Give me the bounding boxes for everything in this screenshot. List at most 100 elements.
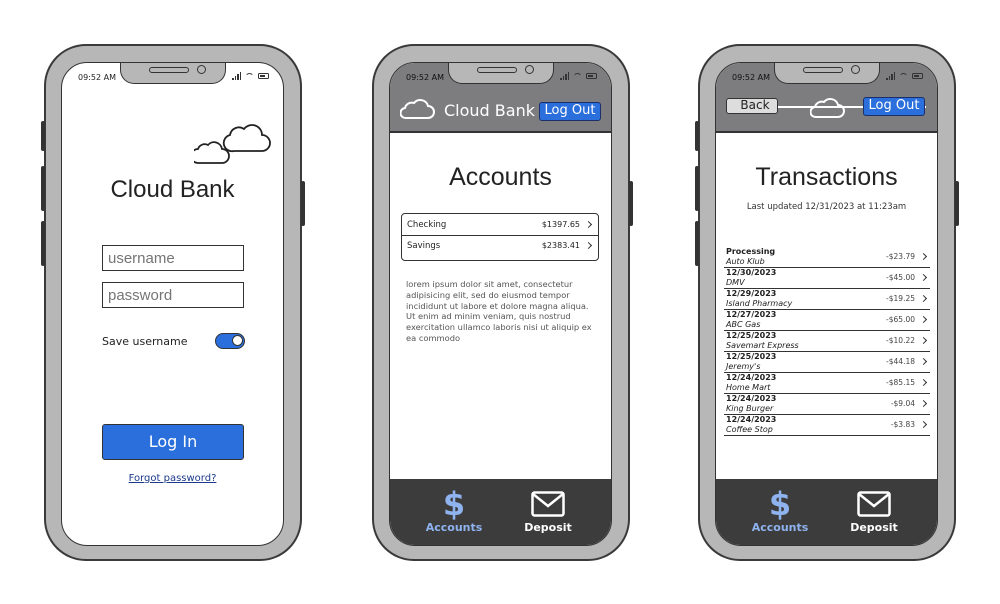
toggle-knob [232,335,243,346]
signal-icon [232,72,241,80]
phone-button [301,181,305,226]
chevron-right-icon [919,420,928,429]
transaction-amount: -$23.79 [886,252,928,261]
transaction-merchant: King Burger [726,404,774,413]
chevron-right-icon [919,399,928,408]
dollar-icon: $ [442,485,466,523]
tab-label: Deposit [850,521,898,534]
transaction-date: 12/27/2023 [726,310,777,319]
transaction-date: 12/25/2023 [726,352,777,361]
tab-bar: $ Accounts Deposit [716,479,937,545]
screen: Back Log Out 09:52 AM Transactions Last … [715,62,938,546]
transaction-row[interactable]: 12/30/2023 DMV -$45.00 [724,268,930,289]
wifi-icon [573,72,582,80]
transaction-date: Processing [726,247,776,256]
chevron-right-icon [919,357,928,366]
transaction-amount: -$10.22 [886,336,928,345]
body-text: lorem ipsum dolor sit amet, consectetur … [406,279,592,343]
wifi-icon [899,72,908,80]
transaction-row[interactable]: 12/24/2023 King Burger -$9.04 [724,394,930,415]
app-title: Cloud Bank [110,176,235,203]
transaction-amount: -$65.00 [886,315,928,324]
username-input[interactable] [102,245,244,271]
screen: 09:52 AM Cloud Bank Save username Log In… [61,62,284,546]
transaction-date: 12/25/2023 [726,331,777,340]
envelope-icon [508,487,588,521]
status-bar: 09:52 AM [716,72,937,86]
battery-icon [912,73,923,79]
transaction-amount: -$9.04 [891,399,928,408]
status-bar: 09:52 AM [62,72,283,86]
account-row-checking[interactable]: Checking $1397.65 [402,214,598,236]
signal-icon [886,72,895,80]
transaction-merchant: DMV [726,278,745,287]
cloud-icon [194,124,271,164]
save-username-label: Save username [102,335,188,348]
status-time: 09:52 AM [406,73,444,82]
tab-deposit[interactable]: Deposit [508,487,588,534]
transaction-merchant: Coffee Stop [726,425,773,434]
status-time: 09:52 AM [732,73,770,82]
phone-button [695,121,699,151]
transaction-merchant: Savemart Express [726,341,799,350]
account-balance: $2383.41 [541,241,580,250]
back-label: Back [740,98,770,112]
chevron-right-icon [919,378,928,387]
transaction-date: 12/24/2023 [726,373,777,382]
transaction-amount: -$19.25 [886,294,928,303]
transaction-row[interactable]: 12/29/2023 Island Pharmacy -$19.25 [724,289,930,310]
transaction-row[interactable]: 12/25/2023 Savemart Express -$10.22 [724,331,930,352]
transaction-merchant: ABC Gas [726,320,761,329]
logout-button[interactable]: Log Out [539,102,601,121]
chevron-right-icon [919,294,928,303]
transaction-row[interactable]: Processing Auto Klub -$23.79 [724,247,930,268]
transaction-date: 12/30/2023 [726,268,777,277]
cloud-icon [400,99,435,119]
screen: Cloud Bank Log Out 09:52 AM Accounts Che… [389,62,612,546]
transaction-row[interactable]: 12/25/2023 Jeremy's -$44.18 [724,352,930,373]
app-title: Cloud Bank [444,101,535,120]
transaction-merchant: Island Pharmacy [726,299,793,308]
transaction-amount: -$85.15 [886,378,928,387]
tab-accounts[interactable]: $ Accounts [740,487,820,534]
chevron-right-icon [919,315,928,324]
account-name: Savings [407,241,441,251]
phone-login: 09:52 AM Cloud Bank Save username Log In… [41,44,305,561]
transaction-amount: -$44.18 [886,357,928,366]
logout-button[interactable]: Log Out [863,97,925,116]
back-button[interactable]: Back [726,98,778,114]
transaction-merchant: Jeremy's [726,362,761,371]
dollar-icon: $ [768,485,792,523]
phone-button [41,221,45,266]
wifi-icon [245,72,254,80]
phone-button [695,221,699,266]
save-username-toggle[interactable] [215,333,245,349]
phone-button [955,181,959,226]
transaction-amount: -$3.83 [891,420,928,429]
transaction-date: 12/24/2023 [726,415,777,424]
tab-deposit[interactable]: Deposit [834,487,914,534]
password-input[interactable] [102,282,244,308]
battery-icon [258,73,269,79]
account-name: Checking [407,220,447,230]
transaction-merchant: Home Mart [726,383,771,392]
battery-icon [586,73,597,79]
login-button[interactable]: Log In [102,424,244,460]
chevron-right-icon [919,252,928,261]
phone-button [41,166,45,211]
transaction-row[interactable]: 12/27/2023 ABC Gas -$65.00 [724,310,930,331]
phone-transactions: Back Log Out 09:52 AM Transactions Last … [695,44,959,561]
tab-label: Accounts [751,521,809,534]
chevron-right-icon [584,220,593,229]
status-bar: 09:52 AM [390,72,611,86]
account-row-savings[interactable]: Savings $2383.41 [402,236,598,258]
phone-button [629,181,633,226]
transaction-row[interactable]: 12/24/2023 Coffee Stop -$3.83 [724,415,930,436]
tab-bar: $ Accounts Deposit [390,479,611,545]
transaction-amount: -$45.00 [886,273,928,282]
tab-accounts[interactable]: $ Accounts [414,487,494,534]
phone-button [41,121,45,151]
page-title: Transactions [755,163,898,191]
forgot-password-link[interactable]: Forgot password? [62,473,283,484]
transaction-row[interactable]: 12/24/2023 Home Mart -$85.15 [724,373,930,394]
